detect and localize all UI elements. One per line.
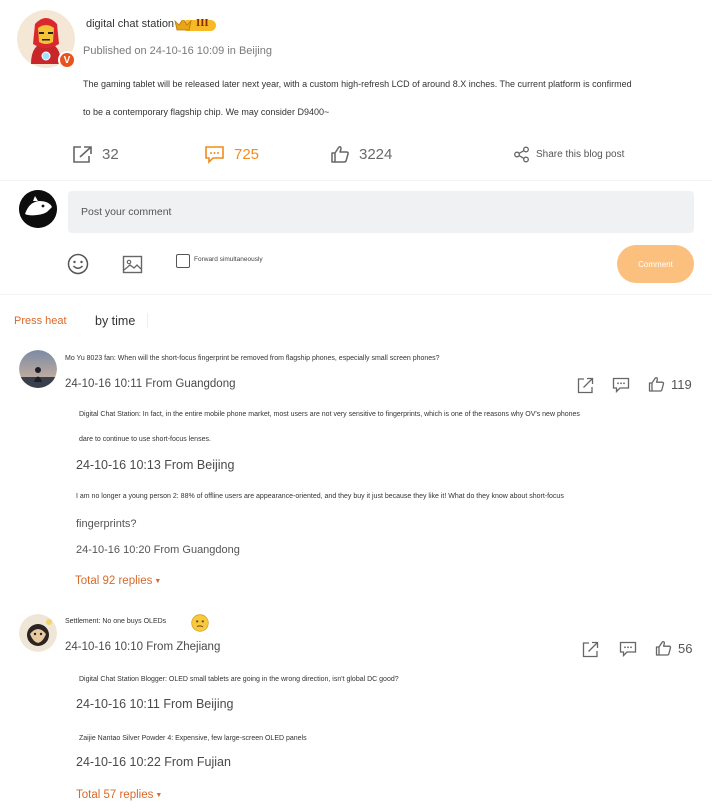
image-icon: [122, 255, 143, 274]
publish-info: Published on 24-10-16 10:09 in Beijing: [83, 45, 272, 57]
confused-emoji-icon: [191, 614, 209, 637]
share-button[interactable]: Share this blog post: [513, 146, 624, 163]
view-replies-link[interactable]: Total 57 replies ▼: [76, 789, 162, 801]
like-button[interactable]: 3224: [330, 145, 392, 164]
vip-level: III: [196, 19, 209, 29]
reply-meta: 24-10-16 10:22 From Fujian: [76, 755, 231, 769]
comment-input[interactable]: [68, 191, 694, 233]
total-replies: Total 57 replies: [76, 789, 154, 801]
comment-icon: [612, 377, 630, 394]
comment-text: Settlement: No one buys OLEDs: [65, 618, 167, 625]
comment-avatar[interactable]: [19, 614, 57, 652]
forward-icon: [73, 146, 92, 163]
reply-meta: 24-10-16 10:11 From Beijing: [76, 697, 234, 711]
comment-like-button[interactable]: 56: [655, 640, 692, 657]
emoji-button[interactable]: [67, 253, 89, 275]
share-label: Share this blog post: [536, 149, 625, 160]
comment-count: 725: [234, 146, 260, 163]
image-upload-button[interactable]: [122, 254, 143, 275]
like-icon: [648, 376, 665, 392]
chevron-down-icon: ▼: [155, 791, 163, 799]
forward-label[interactable]: Forward simultaneously: [194, 256, 263, 263]
comment-like-count: 56: [678, 641, 693, 656]
forward-button[interactable]: 32: [72, 145, 119, 164]
vip-badge[interactable]: III: [174, 16, 218, 34]
like-icon: [655, 640, 672, 656]
reply-text-cont: fingerprints?: [76, 518, 137, 530]
author-name[interactable]: digital chat station: [86, 18, 174, 30]
chevron-down-icon: ▼: [154, 577, 162, 585]
reply-meta: 24-10-16 10:13 From Beijing: [76, 458, 235, 472]
reply-text: Zaijie Nantao Silver Powder 4: Expensive…: [79, 735, 307, 742]
current-user-avatar[interactable]: [19, 190, 57, 228]
comment-text: Mo Yu 8023 fan: When will the short-focu…: [65, 355, 440, 362]
comment-reply-button[interactable]: [612, 377, 630, 394]
forward-count: 32: [102, 146, 119, 163]
comment-forward-button[interactable]: [582, 641, 599, 658]
forward-checkbox[interactable]: [176, 254, 190, 268]
comment-meta: 24-10-16 10:10 From Zhejiang: [65, 641, 221, 653]
tab-separator: [147, 313, 148, 328]
divider: [0, 180, 712, 181]
like-icon: [331, 146, 349, 163]
reply-text: Digital Chat Station: In fact, in the en…: [79, 411, 580, 418]
reply-text: I am no longer a young person 2: 88% of …: [76, 493, 564, 500]
reply-text: Digital Chat Station Blogger: OLED small…: [79, 676, 399, 683]
submit-comment-button[interactable]: Comment: [617, 245, 694, 283]
comment-toggle-button[interactable]: 725: [204, 145, 259, 164]
reply-meta: 24-10-16 10:20 From Guangdong: [76, 544, 240, 556]
reply-text-cont: dare to continue to use short-focus lens…: [79, 436, 211, 443]
comment-icon: [205, 146, 224, 164]
comment-forward-button[interactable]: [577, 377, 594, 394]
total-replies: Total 92 replies: [75, 575, 153, 587]
verified-icon: V: [58, 51, 76, 69]
share-icon: [514, 146, 529, 163]
comment-icon: [619, 641, 637, 658]
comment-meta: 24-10-16 10:11 From Guangdong: [65, 378, 236, 390]
like-count: 3224: [359, 146, 393, 163]
view-replies-link[interactable]: Total 92 replies ▼: [75, 575, 161, 587]
comment-avatar[interactable]: [19, 350, 57, 388]
divider: [0, 294, 712, 295]
comment-like-count: 119: [671, 377, 692, 392]
post-body-line-2: to be a contemporary flagship chip. We m…: [83, 107, 330, 117]
emoji-icon: [67, 253, 89, 275]
comment-reply-button[interactable]: [619, 641, 637, 658]
comment-like-button[interactable]: 119: [648, 376, 692, 393]
forward-icon: [577, 377, 594, 394]
forward-icon: [582, 641, 599, 658]
sort-tab-heat[interactable]: Press heat: [14, 315, 67, 327]
post-body-line-1: The gaming tablet will be released later…: [83, 79, 632, 89]
sort-tab-time[interactable]: by time: [95, 314, 135, 328]
